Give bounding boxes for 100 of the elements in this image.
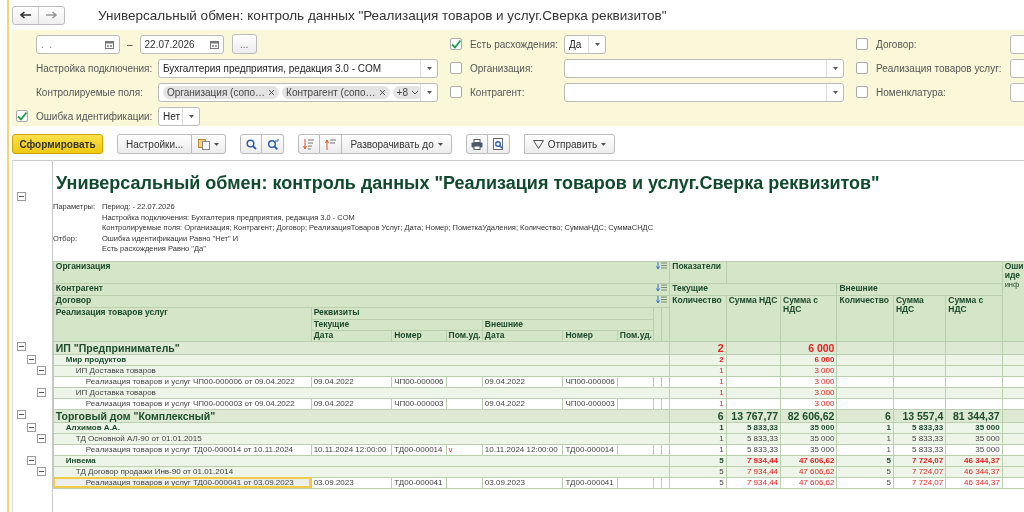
checkbox[interactable] [450,62,462,74]
collapse-icon[interactable] [27,355,36,364]
number-cell: ЧП00-000006 [565,377,615,386]
chevron-icon[interactable] [410,89,419,95]
close-icon[interactable] [378,88,386,96]
checkbox[interactable] [856,38,868,50]
dropdown-icon[interactable] [601,142,607,146]
checkbox[interactable] [856,62,868,74]
counterparty-cell: Инвема [53,455,670,466]
calendar-icon[interactable] [105,39,114,49]
value-cell: 3 000 [780,398,837,409]
value-cell: 35 000 [945,433,1003,444]
sort-icon[interactable] [656,284,668,292]
value-cell: 1 [836,422,894,433]
generate-button[interactable]: Сформировать [12,134,103,154]
document-cell[interactable]: Реализация товаров и услуг ЧП00-000006 от 09.04.2022 [53,376,312,387]
field-label: Номенклатура: [876,86,947,98]
arrow-left-icon [20,11,31,19]
dropdown-icon[interactable] [214,142,220,146]
arrow-right-icon [46,11,57,19]
value-cell: 7 724,07 [893,466,946,477]
value-cell: 5 833,33 [893,433,946,444]
value-cell: 1 [669,387,727,398]
field-label: Контрагент: [470,86,526,98]
deletion-mark: v [448,445,453,454]
collapse-icon[interactable] [37,388,46,397]
date-input[interactable]: . . [41,38,101,50]
dropdown-icon[interactable] [594,42,600,46]
date-cell: 10.11.2024 12:00:00 [313,445,387,454]
value-cell: 47 606,62 [780,455,837,466]
close-icon[interactable] [268,88,276,96]
value-cell: 5 [836,477,894,488]
column-header: Дата [311,330,392,341]
tags-field[interactable]: Организация (сопо… Контрагент (сопо… +8 [158,82,438,102]
number-cell: ТД00-000041 [565,478,614,487]
preview-button[interactable] [487,134,510,154]
more-tag[interactable]: +8 [392,85,420,99]
collapse-icon[interactable] [17,192,26,201]
checkbox[interactable] [450,86,462,98]
collapse-icon[interactable] [27,423,36,432]
combo-field[interactable] [564,82,844,102]
expand-dropdown[interactable]: Разворачивать до [342,134,452,154]
field-tag[interactable]: Организация (сопо… [163,85,280,99]
column-header: Пом.уд. [617,330,654,341]
combo-field[interactable]: Бухгалтерия предприятия, редакция 3.0 - COM [158,58,438,78]
value-cell: 35 000 [780,422,837,433]
collapse-icon[interactable] [37,434,46,443]
value-cell: 35 000 [945,422,1003,433]
sort-icon[interactable] [656,296,668,304]
contract-cell: ТД Договор продажи Инв-90 от 01.01.2014 [53,466,670,477]
document-cell[interactable]: Реализация товаров и услуг ЧП00-000003 от 09.04.2022 [53,398,312,409]
dash: – [127,38,133,50]
dropdown-icon[interactable] [437,142,443,146]
search-button[interactable] [240,134,263,154]
value-cell: 5 [836,455,894,466]
settings-button[interactable]: Настройки... [117,134,193,154]
sort-icon[interactable] [656,262,668,270]
value-cell: 5 [669,455,727,466]
number-cell: ЧП00-000006 [394,377,444,386]
value-cell: 47 606,62 [780,477,837,488]
date-field[interactable]: . . [36,34,120,54]
dropdown-icon[interactable] [188,114,194,118]
collapse-icon[interactable] [27,456,36,465]
period-button[interactable]: ... [231,34,257,54]
value-cell: 5 833,33 [726,433,781,444]
search-refresh-button[interactable] [262,134,285,154]
dropdown-icon[interactable] [426,90,432,94]
dropdown-icon[interactable] [832,90,838,94]
value-cell: 7 934,44 [726,455,781,466]
value-cell: 7 934,44 [726,477,781,488]
date-field[interactable]: 22.07.2026 [139,34,224,54]
variants-button[interactable] [192,134,227,154]
checkbox[interactable] [16,110,28,122]
contract-cell: ТД Основной АЛ-90 от 01.01.2015 [53,433,670,444]
dropdown-icon[interactable] [832,66,838,70]
calendar-icon[interactable] [209,39,219,49]
collapse-icon[interactable] [37,467,46,476]
document-cell[interactable]: Реализация товаров и услуг ТД00-000014 от 10.11.2024 [53,444,312,455]
column-header: Сумма с НДС [945,295,1003,341]
dropdown-icon[interactable] [426,66,432,70]
value-cell: 1 [836,433,894,444]
checkbox[interactable] [450,38,462,50]
column-header: Количество [836,295,894,341]
collapse-icon[interactable] [37,366,46,375]
combo-field[interactable] [564,58,844,78]
date-cell: 03.09.2023 [313,478,354,487]
field-label: Настройка подключения: [36,62,154,74]
collapse-icon[interactable] [17,342,26,351]
send-button[interactable]: Отправить [523,134,616,154]
collapse-icon[interactable] [17,410,26,419]
print-button[interactable] [465,134,488,154]
date-cell: 09.04.2022 [484,399,525,408]
select-field[interactable]: Да [564,34,606,54]
number-cell: ТД00-000014 [565,445,614,454]
field-tag[interactable]: Контрагент (сопо… [282,85,390,99]
value-cell: 1 [669,365,727,376]
select-field[interactable]: Нет [158,106,200,126]
value-cell: 2 [669,354,727,365]
column-header: Сумма НДС [893,295,946,341]
checkbox[interactable] [856,86,868,98]
